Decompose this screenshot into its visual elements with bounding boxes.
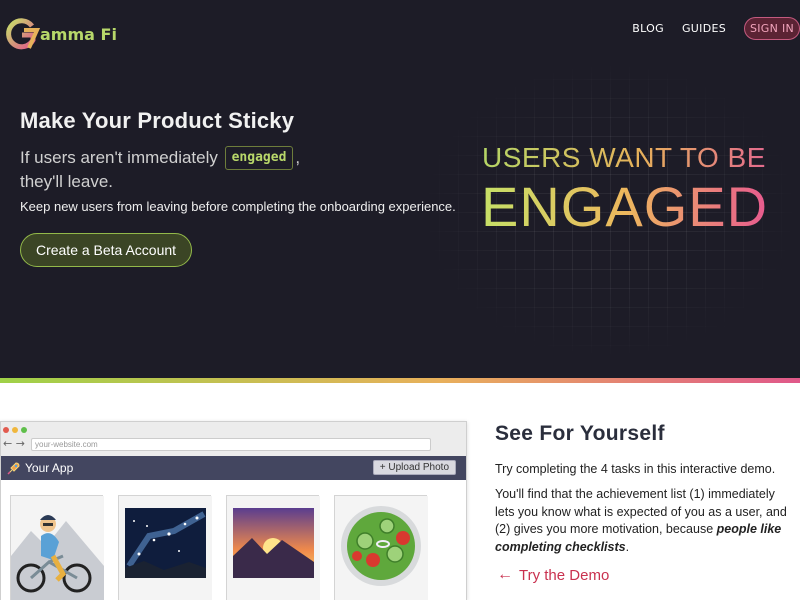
hero-subtitle-comma: , [295,148,301,167]
logo-g-icon [2,14,42,54]
photo-grid [10,495,442,600]
salad-image [335,496,428,600]
cyclist-image [11,496,104,600]
see-for-yourself-title: See For Yourself [495,422,665,445]
tagline-big: ENGAGED [481,175,769,238]
night-sky-image [119,496,212,600]
app-title: Your App [7,461,73,475]
hero-subtitle-text: If users aren't immediately [20,148,218,167]
rocket-icon [7,462,20,475]
gradient-divider [0,378,800,383]
see-for-yourself-intro: Try completing the 4 tasks in this inter… [495,462,776,476]
photo-card-sunset-mountain[interactable] [226,495,320,600]
body-end-text: . [625,539,630,554]
sign-in-button[interactable]: SIGN IN [744,17,800,40]
tagline-small: USERS WANT TO BE [482,142,766,173]
nav-blog-link[interactable]: BLOG [632,22,664,35]
url-bar[interactable]: your-website.com [31,438,431,451]
photo-card-cyclist[interactable] [10,495,104,600]
photo-card-night-sky[interactable] [118,495,212,600]
hero-subtitle: If users aren't immediately engaged, the… [20,146,301,192]
back-forward-icon[interactable]: ← → [3,437,25,450]
upload-photo-button[interactable]: + Upload Photo [372,460,456,475]
logo[interactable]: amma Fi [2,14,117,54]
app-title-text: Your App [25,461,74,475]
logo-text: amma Fi [40,24,117,44]
try-the-demo-link[interactable]: ← Try the Demo [497,566,609,584]
engaged-chip: engaged [224,146,294,170]
app-toolbar: Your App + Upload Photo [1,456,466,480]
arrow-left-icon: ← [497,566,513,583]
minimize-dot-icon [12,427,18,433]
see-for-yourself-body: You'll find that the achievement list (1… [495,486,795,556]
maximize-dot-icon [21,427,27,433]
create-beta-account-button[interactable]: Create a Beta Account [20,233,192,267]
nav-guides-link[interactable]: GUIDES [682,22,726,35]
top-nav: BLOG GUIDES SIGN IN [632,17,800,40]
try-demo-label: Try the Demo [519,566,610,584]
close-dot-icon [3,427,9,433]
hero-subtitle-line2: they'll leave. [20,172,114,191]
sunset-mountain-image [227,496,320,600]
hero-description: Keep new users from leaving before compl… [20,199,456,214]
hero-title: Make Your Product Sticky [20,108,295,133]
photo-card-salad[interactable] [334,495,428,600]
hero-section: amma Fi BLOG GUIDES SIGN IN Make Your Pr… [0,0,800,378]
browser-bar: ← → your-website.com [1,422,466,456]
